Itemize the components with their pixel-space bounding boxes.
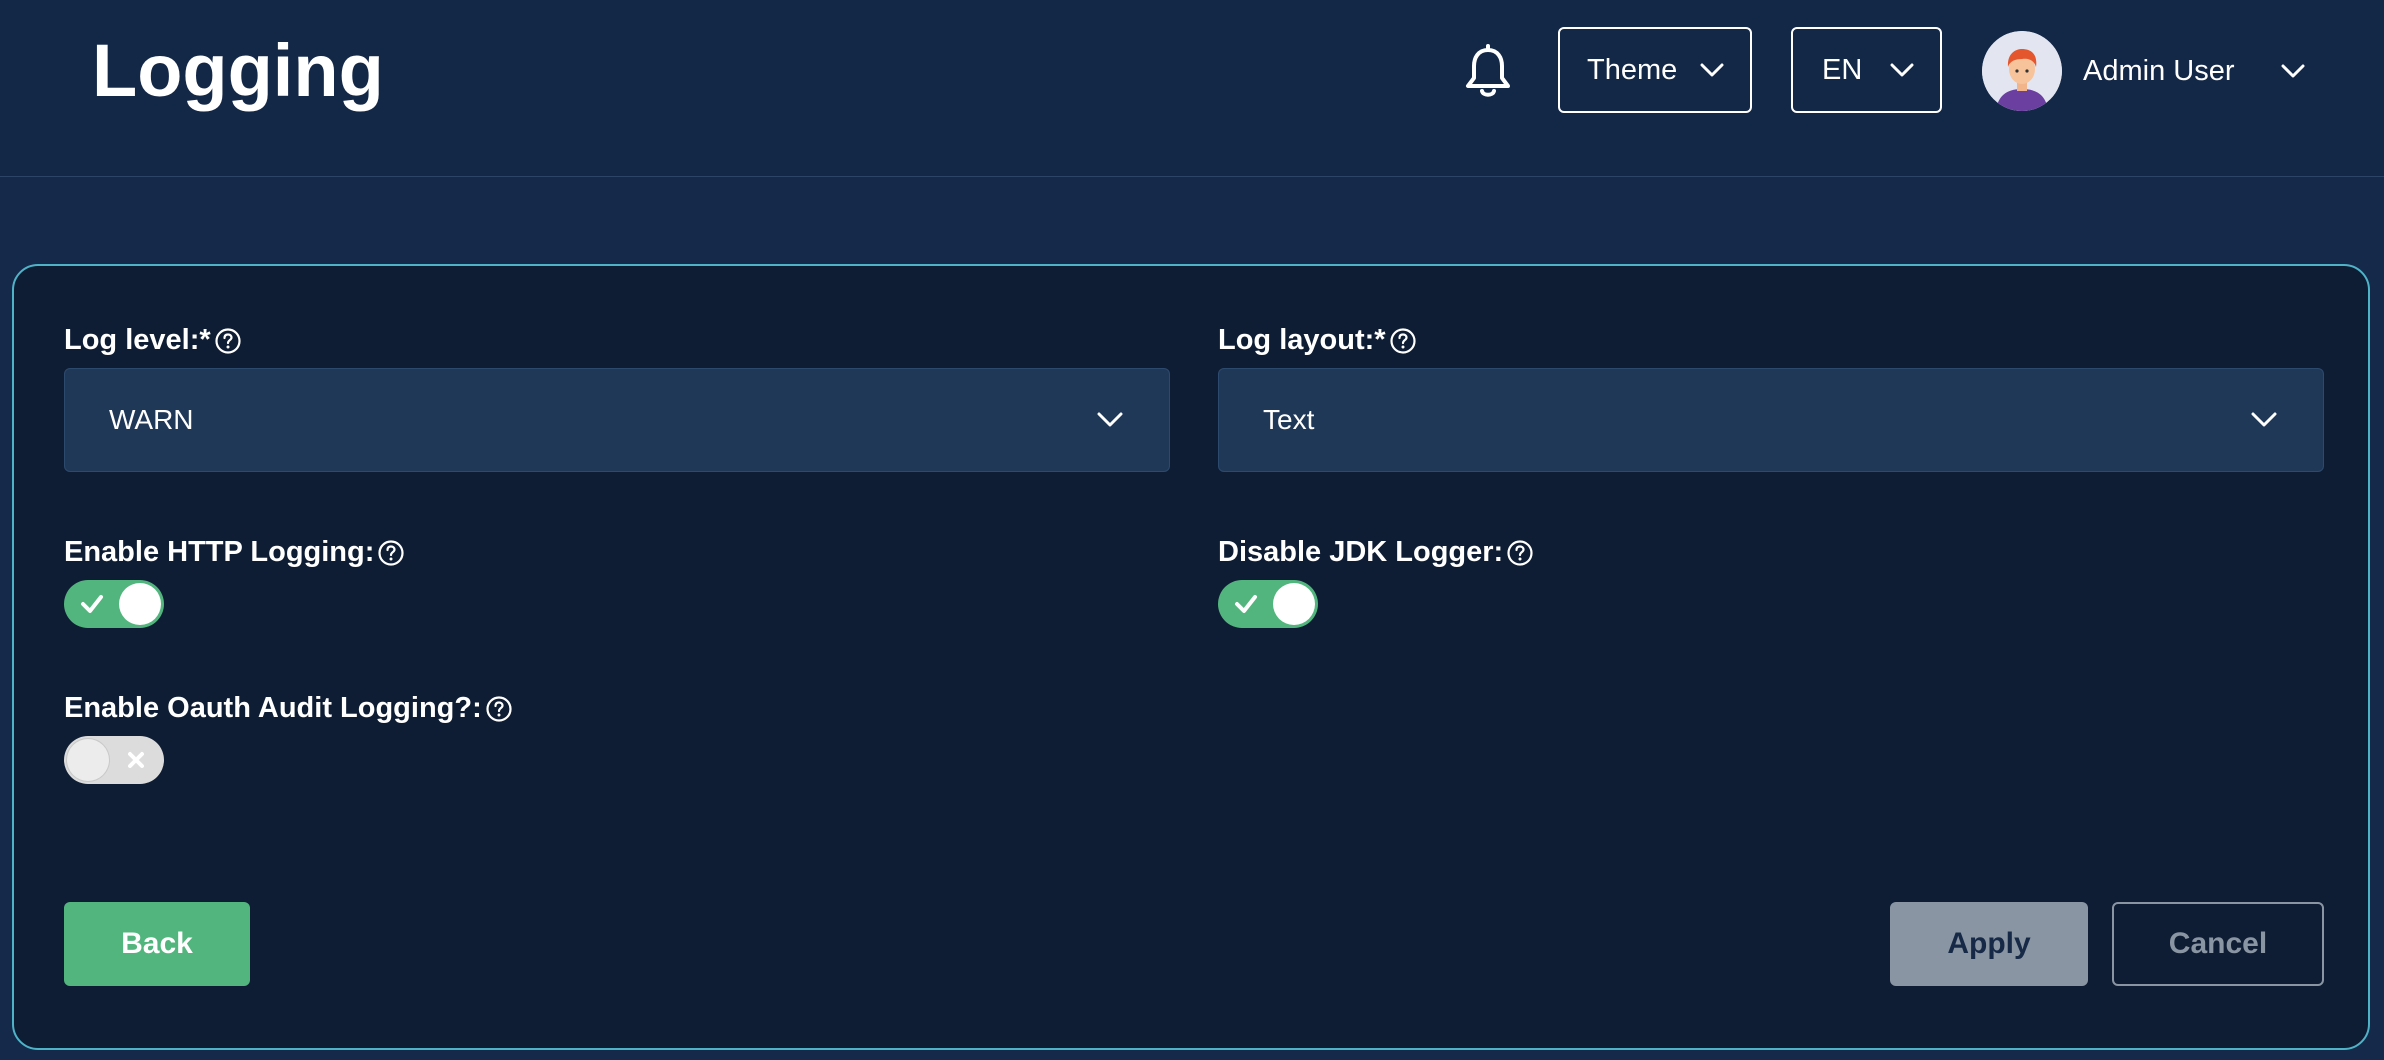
log-level-select[interactable]: WARN: [64, 368, 1170, 472]
toggle-knob: [1273, 583, 1315, 625]
top-bar: Logging Theme EN Admin User: [0, 0, 2384, 177]
theme-label: Theme: [1587, 53, 1678, 86]
oauth-audit-label-text: Enable Oauth Audit Logging?:: [64, 692, 482, 724]
chevron-down-icon: [1700, 63, 1724, 77]
help-icon[interactable]: [1389, 327, 1416, 354]
logging-settings-card: Log level:* WARN Log layout:* Text Enabl…: [12, 264, 2370, 1050]
theme-dropdown[interactable]: Theme: [1558, 27, 1752, 113]
log-layout-label-text: Log layout:*: [1218, 324, 1386, 356]
page-title: Logging: [92, 29, 384, 112]
back-button[interactable]: Back: [64, 902, 250, 986]
http-logging-label: Enable HTTP Logging:: [64, 536, 404, 569]
check-icon: [1235, 595, 1257, 613]
bell-icon[interactable]: [1462, 44, 1514, 100]
jdk-logger-label-text: Disable JDK Logger:: [1218, 536, 1504, 568]
chevron-down-icon: [1097, 412, 1123, 427]
http-logging-toggle[interactable]: [64, 580, 164, 628]
toggle-knob: [67, 739, 109, 781]
check-icon: [81, 595, 103, 613]
chevron-down-icon: [1890, 63, 1914, 77]
chevron-down-icon: [2281, 64, 2304, 78]
help-icon[interactable]: [486, 695, 512, 722]
avatar: [1982, 31, 2062, 111]
log-level-value: WARN: [109, 404, 194, 435]
log-layout-value: Text: [1263, 404, 1315, 435]
toggle-knob: [119, 583, 161, 625]
apply-button[interactable]: Apply: [1890, 902, 2088, 986]
log-level-label: Log level:*: [64, 324, 241, 357]
user-menu[interactable]: Admin User: [1982, 30, 2305, 112]
help-icon[interactable]: [378, 539, 404, 566]
help-icon[interactable]: [1507, 539, 1533, 566]
x-icon: [128, 752, 144, 768]
jdk-logger-label: Disable JDK Logger:: [1218, 536, 1533, 569]
oauth-audit-label: Enable Oauth Audit Logging?:: [64, 692, 512, 725]
log-layout-label: Log layout:*: [1218, 324, 1416, 357]
cancel-button[interactable]: Cancel: [2112, 902, 2324, 986]
language-dropdown[interactable]: EN: [1791, 27, 1942, 113]
chevron-down-icon: [2251, 412, 2277, 427]
log-layout-select[interactable]: Text: [1218, 368, 2324, 472]
http-logging-label-text: Enable HTTP Logging:: [64, 536, 375, 568]
user-name: Admin User: [2083, 54, 2235, 87]
help-icon[interactable]: [215, 327, 241, 354]
language-label: EN: [1822, 53, 1863, 86]
jdk-logger-toggle[interactable]: [1218, 580, 1318, 628]
log-level-label-text: Log level:*: [64, 324, 211, 356]
oauth-audit-toggle[interactable]: [64, 736, 164, 784]
